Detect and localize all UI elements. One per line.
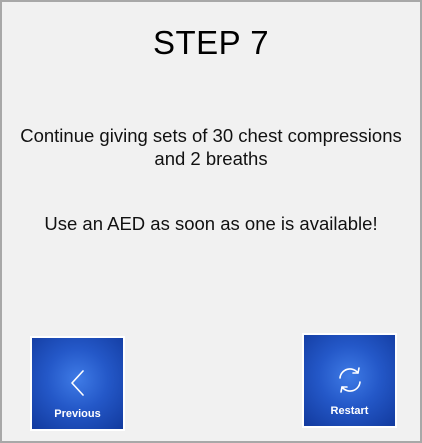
refresh-icon [304,365,395,395]
chevron-left-icon [32,368,123,398]
step-title: STEP 7 [152,24,270,61]
instruction-compressions: Continue giving sets of 30 chest compres… [20,125,402,169]
instruction-aed: Use an AED as soon as one is available! [44,213,378,234]
restart-button[interactable]: Restart [302,333,397,428]
step-card: STEP 7 Continue giving sets of 30 chest … [0,0,422,443]
previous-button-label: Previous [54,408,101,420]
previous-button[interactable]: Previous [30,336,125,431]
restart-button-label: Restart [330,405,369,417]
